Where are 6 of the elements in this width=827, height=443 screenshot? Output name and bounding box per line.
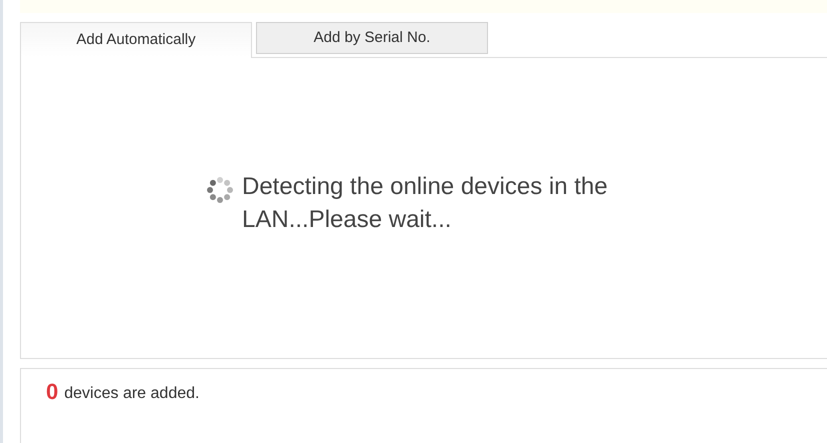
loading-spinner-icon xyxy=(206,176,234,204)
tab[interactable]: Add Automatically xyxy=(20,22,252,58)
detecting-message: Detecting the online devices in the LAN...Please wait... xyxy=(242,172,609,235)
devices-added-label: devices are added. xyxy=(64,384,200,404)
tab[interactable]: Add by Serial No. xyxy=(256,22,488,54)
device-count: 0 xyxy=(46,379,58,405)
